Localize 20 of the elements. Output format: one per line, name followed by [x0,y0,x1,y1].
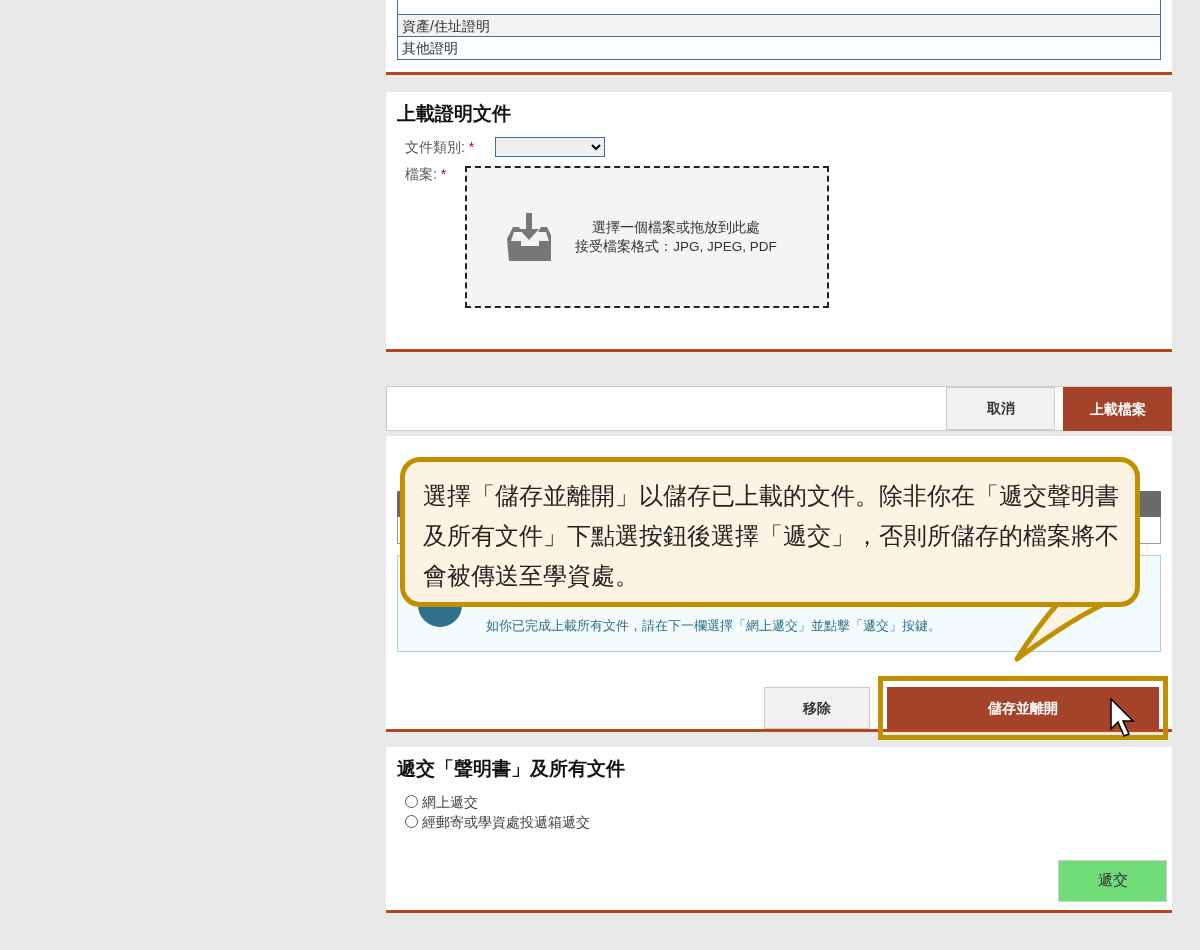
secondary-button[interactable]: 移除 [764,687,870,729]
callout-text: 選擇「儲存並離開」以儲存已上載的文件。除非你在「遞交聲明書及所有文件」下點選按鈕後選擇「遞交」，否則所儲存的檔案將不會被傳送至學資處。 [423,482,1119,591]
download-tray-icon [507,212,552,261]
radio-option[interactable]: 經郵寄或學資處投遞箱遞交 [405,811,1161,832]
section-title: 遞交「聲明書」及所有文件 [397,757,626,781]
section-title: 上載證明文件 [397,102,512,126]
list-row[interactable]: 資產/住址證明 [398,15,1160,37]
drop-zone[interactable]: 選擇一個檔案或拖放到此處 接受檔案格式：JPG, JPEG, PDF [465,165,829,308]
submit-button[interactable]: 遞交 [1058,859,1167,902]
dropzone-text: 接受檔案格式：JPG, JPEG, PDF [575,237,777,256]
select-field[interactable] [495,136,605,157]
dropzone-text: 選擇一個檔案或拖放到此處 [591,218,761,237]
list-row[interactable]: 其他證明 [398,37,1160,59]
field-label: 文件類別: * [405,137,476,157]
primary-button[interactable]: 上載檔案 [1063,387,1172,431]
secondary-button[interactable]: 取消 [946,387,1055,430]
radio-option[interactable]: 網上遞交 [405,791,1161,812]
primary-button[interactable]: 儲存並離開 [887,687,1159,729]
field-label: 檔案: * [405,164,448,184]
alert-text: 如你已完成上載所有文件，請在下一欄選擇「網上遞交」並點擊「遞交」按鍵。 [486,616,941,635]
